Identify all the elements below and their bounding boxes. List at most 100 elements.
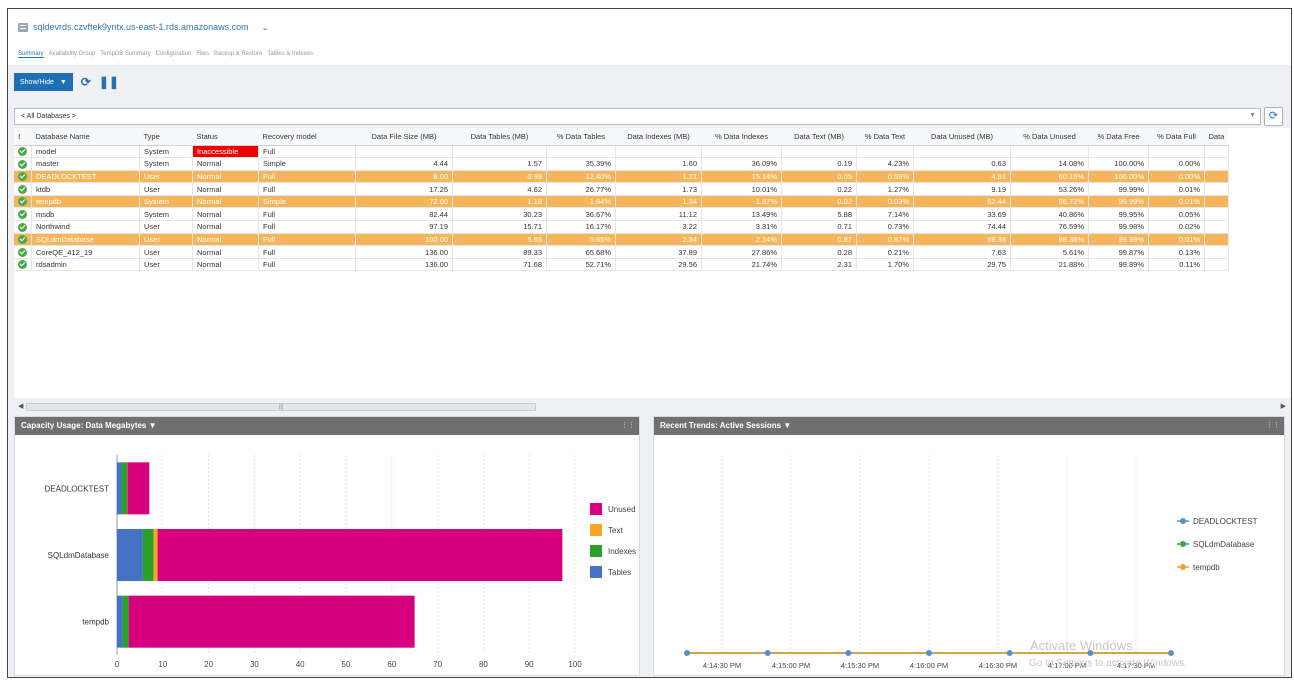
table-row[interactable]: master System Normal Simple 4.44 1.57 35.39% 1.… [14, 157, 1229, 171]
chevron-down-icon[interactable]: ⌄ [262, 23, 269, 32]
table-cell-recovery: Full [258, 207, 356, 222]
capacity-panel-header[interactable]: Capacity Usage: Data Megabytes ▼ ⋮⋮ [15, 417, 639, 435]
table-cell-file-size [355, 145, 453, 159]
column-header[interactable]: Data Unused (MB) [913, 128, 1011, 146]
table-row[interactable]: SQLdmDatabase User Normal Full 100.00 5.65 5.6… [14, 233, 1229, 247]
table-row[interactable]: tempdb System Normal Simple 72.00 1.18 1.64% 1.… [14, 195, 1229, 209]
table-row[interactable]: DEADLOCKTEST User Normal Full 8.00 0.99 12.40%… [14, 170, 1229, 184]
x-tick-label: 80 [479, 660, 488, 669]
table-cell-tables: 1.18 [452, 195, 547, 209]
column-header[interactable]: % Data Text [856, 128, 914, 146]
table-row[interactable]: msdb System Normal Full 82.44 30.23 36.67% 11.1… [14, 207, 1229, 222]
tab-tables-indexes[interactable]: Tables & Indexes [267, 51, 313, 58]
column-header[interactable]: Recovery model [258, 128, 356, 146]
table-cell-tables: 89.33 [452, 245, 547, 259]
pause-icon[interactable]: ❚❚ [99, 75, 119, 89]
table-cell-tables: 1.57 [452, 157, 547, 171]
activation-watermark-title: Activate Windows [1030, 638, 1133, 653]
table-cell-status: Normal [192, 258, 259, 272]
trends-chart: 4:14:30 PM 4:15:00 PM 4:15:30 PM 4:16:00 PM… [684, 455, 1258, 670]
tab-files[interactable]: Files [196, 51, 209, 58]
table-cell-data [1204, 157, 1229, 171]
tab-configuration[interactable]: Configuration [156, 51, 192, 58]
column-header[interactable]: Data [1204, 128, 1229, 146]
column-header[interactable]: Data Indexes (MB) [615, 128, 702, 146]
table-cell-pct-unused: 14.08% [1010, 157, 1089, 171]
table-cell-unused: 74.44 [913, 220, 1011, 234]
series-point [845, 650, 852, 656]
table-cell-name: msdb [31, 207, 140, 222]
dropdown-icon[interactable]: ▼ [1249, 112, 1256, 119]
table-cell-pct-free: 99.99% [1088, 182, 1149, 196]
table-cell-file-size: 136.00 [355, 245, 453, 259]
table-row[interactable]: Northwind User Normal Full 97.19 15.71 16.17% 3… [14, 220, 1229, 234]
table-cell-pct-tables [546, 145, 616, 159]
table-cell-pct-text: 1.70% [856, 258, 914, 272]
column-header[interactable]: % Data Full [1148, 128, 1205, 146]
refresh-icon[interactable]: ⟳ [81, 75, 91, 89]
column-header[interactable]: % Data Free [1088, 128, 1149, 146]
row-status-icon-cell [14, 182, 32, 196]
tab-backup-restore[interactable]: Backup & Restore [214, 51, 262, 58]
series-point [926, 650, 932, 656]
tab-tempdb-summary[interactable]: TempDB Summary [100, 51, 150, 58]
status-ok-icon [18, 147, 27, 157]
bar-segment-unused [127, 462, 150, 515]
toolbar: Show/Hide ▼ ⟳ ❚❚ [14, 73, 119, 91]
table-row[interactable]: model System Inaccessible Full [14, 145, 1229, 159]
table-cell-status: Normal [192, 157, 259, 171]
horizontal-scrollbar[interactable]: ◀ ||| ▶ [18, 402, 1286, 412]
row-status-icon-cell [14, 195, 32, 209]
table-row[interactable]: rdsadmin User Normal Full 136.00 71.68 52.71% 2… [14, 258, 1229, 272]
column-header[interactable]: Status [192, 128, 259, 146]
table-cell-pct-unused: 86.72% [1010, 195, 1089, 209]
table-cell-pct-full [1148, 145, 1205, 159]
column-flag[interactable]: ! [14, 128, 32, 146]
grid-refresh-button[interactable]: ⟳ [1264, 107, 1283, 126]
row-status-icon-cell [14, 157, 32, 171]
column-header[interactable]: Data Text (MB) [781, 128, 857, 146]
caret-down-icon[interactable]: ▼ [783, 421, 791, 430]
server-selector[interactable]: sqldevrds.czvftek9yntx.us-east-1.rds.ama… [18, 22, 268, 32]
tab-availability-group[interactable]: Availability Group [49, 51, 96, 58]
column-header[interactable]: Type [139, 128, 193, 146]
grip-icon[interactable]: ⋮⋮ [1266, 421, 1280, 429]
caret-down-icon[interactable]: ▼ [149, 421, 157, 430]
database-selector[interactable]: < All Databases > ▼ [14, 108, 1261, 125]
tab-summary[interactable]: Summary [18, 51, 44, 58]
table-cell-indexes: 1.60 [615, 157, 702, 171]
table-cell-status: Normal [192, 220, 259, 234]
table-cell-type: User [139, 233, 193, 247]
column-header[interactable]: Database Name [31, 128, 140, 146]
column-header[interactable]: % Data Unused [1010, 128, 1089, 146]
table-cell-pct-unused: 53.26% [1010, 182, 1089, 196]
category-label: DEADLOCKTEST [45, 484, 110, 493]
table-row[interactable]: ktdb User Normal Full 17.25 4.62 26.77% 1.73 10.… [14, 182, 1229, 196]
category-label: SQLdmDatabase [48, 551, 110, 560]
trends-panel-header[interactable]: Recent Trends: Active Sessions ▼ ⋮⋮ [654, 417, 1284, 435]
table-row[interactable]: CoreQE_412_19 User Normal Full 136.00 89.33 65… [14, 245, 1229, 259]
table-cell-type: User [139, 245, 193, 259]
table-cell-data [1204, 245, 1229, 259]
x-tick-label: 70 [433, 660, 442, 669]
column-header[interactable]: Data Tables (MB) [452, 128, 547, 146]
legend-label: DEADLOCKTEST [1193, 517, 1258, 526]
refresh-icon: ⟳ [1268, 110, 1279, 122]
bar-segment-indexes [122, 595, 129, 648]
column-header[interactable]: % Data Indexes [701, 128, 782, 146]
series-point [1006, 650, 1013, 656]
legend-marker [1180, 564, 1186, 570]
scroll-left-icon[interactable]: ◀ [18, 402, 23, 410]
scroll-thumb[interactable]: ||| [26, 403, 536, 411]
grip-icon[interactable]: ⋮⋮ [621, 421, 635, 429]
server-name[interactable]: sqldevrds.czvftek9yntx.us-east-1.rds.ama… [33, 22, 249, 32]
column-header[interactable]: % Data Tables [546, 128, 616, 146]
x-tick-label: 100 [568, 660, 582, 669]
server-icon [18, 22, 28, 32]
scroll-right-icon[interactable]: ▶ [1281, 402, 1286, 410]
column-header[interactable]: Data File Size (MB) [355, 128, 453, 146]
bar-segment-unused [128, 595, 415, 648]
activation-watermark-text: Go to Settings to activate Windows. [1029, 658, 1187, 669]
show-hide-button[interactable]: Show/Hide ▼ [14, 73, 73, 91]
table-cell-pct-full: 0.05% [1148, 207, 1205, 222]
